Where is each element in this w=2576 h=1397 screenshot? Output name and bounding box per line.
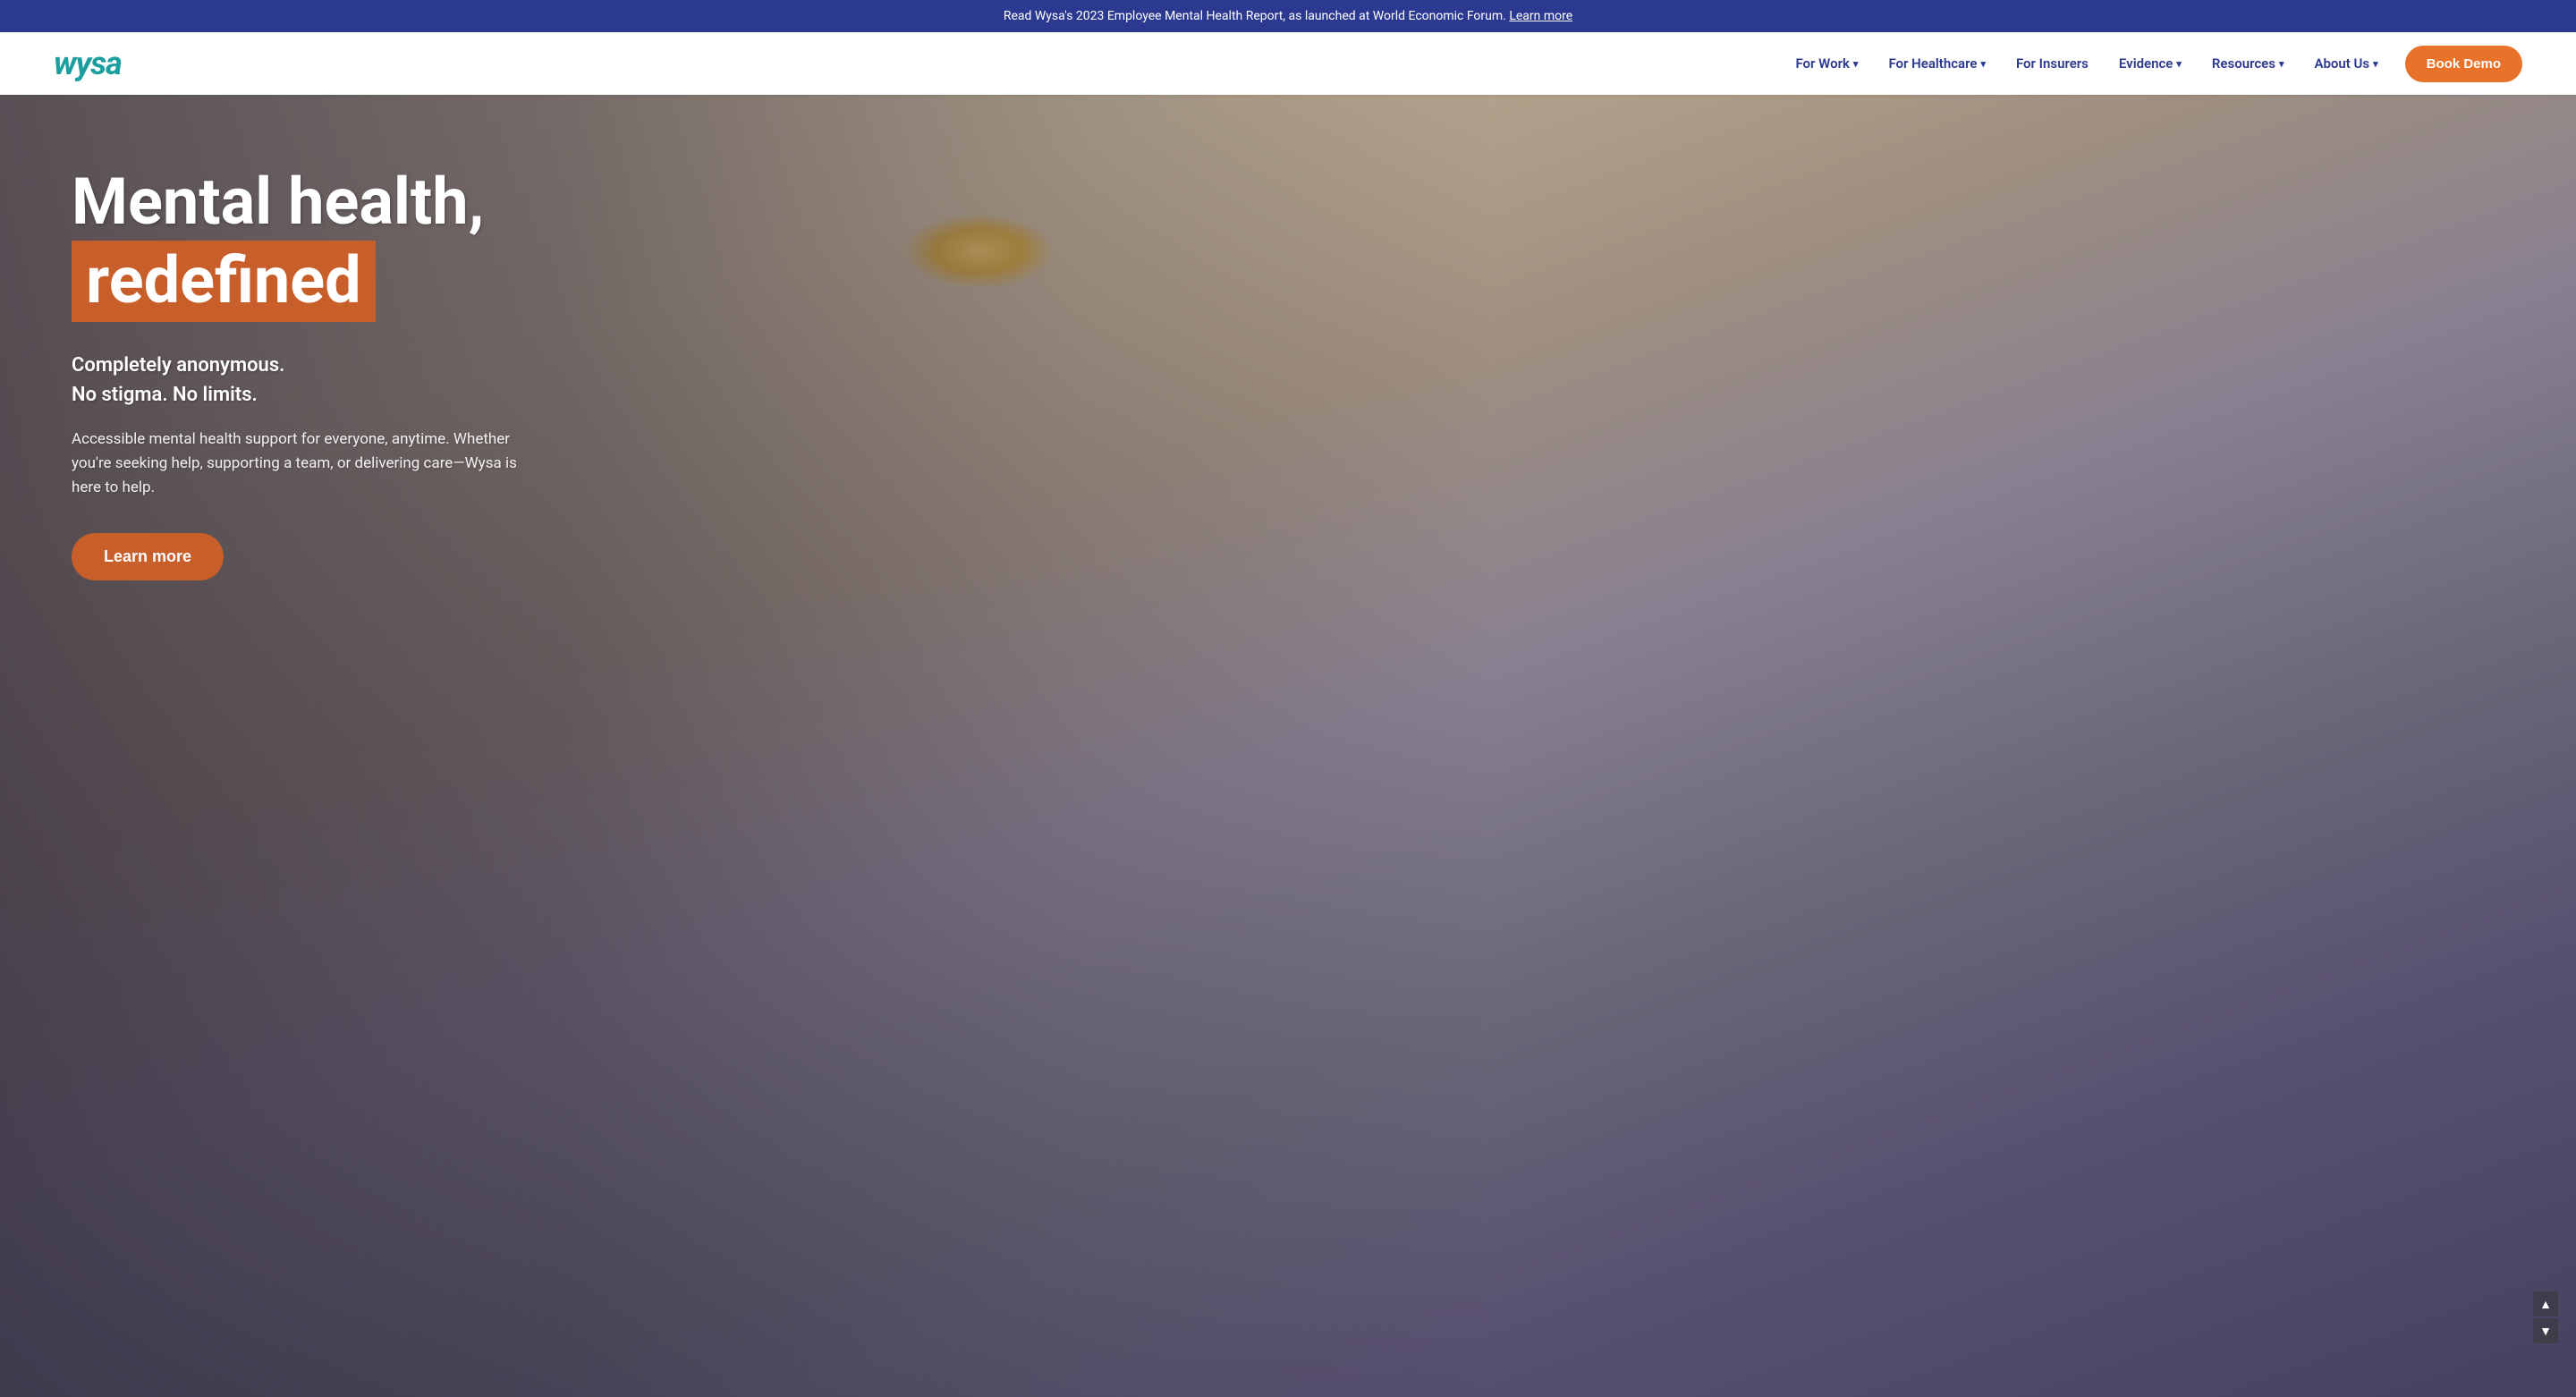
nav: For Work ▾ For Healthcare ▾ For Insurers… (1783, 46, 2522, 82)
hero-title-highlight: redefined (72, 241, 376, 322)
hero-content: Mental health, redefined Completely anon… (0, 95, 626, 634)
nav-item-for-healthcare[interactable]: For Healthcare ▾ (1876, 48, 1998, 79)
nav-label-for-work: For Work (1795, 55, 1849, 72)
nav-label-resources: Resources (2212, 55, 2275, 72)
announcement-bar: Read Wysa's 2023 Employee Mental Health … (0, 0, 2576, 32)
scroll-up-button[interactable]: ▲ (2533, 1291, 2558, 1317)
nav-item-resources[interactable]: Resources ▾ (2199, 48, 2297, 79)
nav-item-for-work[interactable]: For Work ▾ (1783, 48, 1870, 79)
header: wysa For Work ▾ For Healthcare ▾ For Ins… (0, 32, 2576, 95)
nav-item-evidence[interactable]: Evidence ▾ (2106, 48, 2194, 79)
nav-label-evidence: Evidence (2119, 55, 2173, 72)
hero-description: Accessible mental health support for eve… (72, 428, 519, 501)
scroll-down-button[interactable]: ▼ (2533, 1318, 2558, 1343)
nav-item-about-us[interactable]: About Us ▾ (2301, 48, 2390, 79)
hero-subtitle-line2: No stigma. No limits. (72, 384, 258, 406)
book-demo-button[interactable]: Book Demo (2405, 46, 2522, 82)
nav-label-for-insurers: For Insurers (2016, 55, 2089, 72)
nav-item-for-insurers[interactable]: For Insurers (2004, 48, 2101, 79)
announcement-text: Read Wysa's 2023 Employee Mental Health … (1004, 9, 1506, 23)
scroll-arrows: ▲ ▼ (2533, 1291, 2558, 1343)
chevron-down-icon: ▾ (2176, 58, 2182, 70)
hero-section: Mental health, redefined Completely anon… (0, 95, 2576, 1397)
chevron-down-icon: ▾ (2279, 58, 2284, 70)
nav-label-for-healthcare: For Healthcare (1888, 55, 1977, 72)
hero-title: Mental health, redefined (72, 166, 555, 322)
chevron-down-icon: ▾ (2373, 58, 2378, 70)
chevron-down-icon: ▾ (1980, 58, 1986, 70)
hero-title-line1: Mental health, (72, 164, 484, 240)
chevron-down-icon: ▾ (1853, 58, 1859, 70)
learn-more-button[interactable]: Learn more (72, 533, 224, 580)
hero-subtitle: Completely anonymous. No stigma. No limi… (72, 351, 555, 410)
logo[interactable]: wysa (54, 45, 122, 82)
nav-label-about-us: About Us (2314, 55, 2369, 72)
announcement-link[interactable]: Learn more (1509, 9, 1572, 23)
hero-subtitle-line1: Completely anonymous. (72, 354, 284, 377)
